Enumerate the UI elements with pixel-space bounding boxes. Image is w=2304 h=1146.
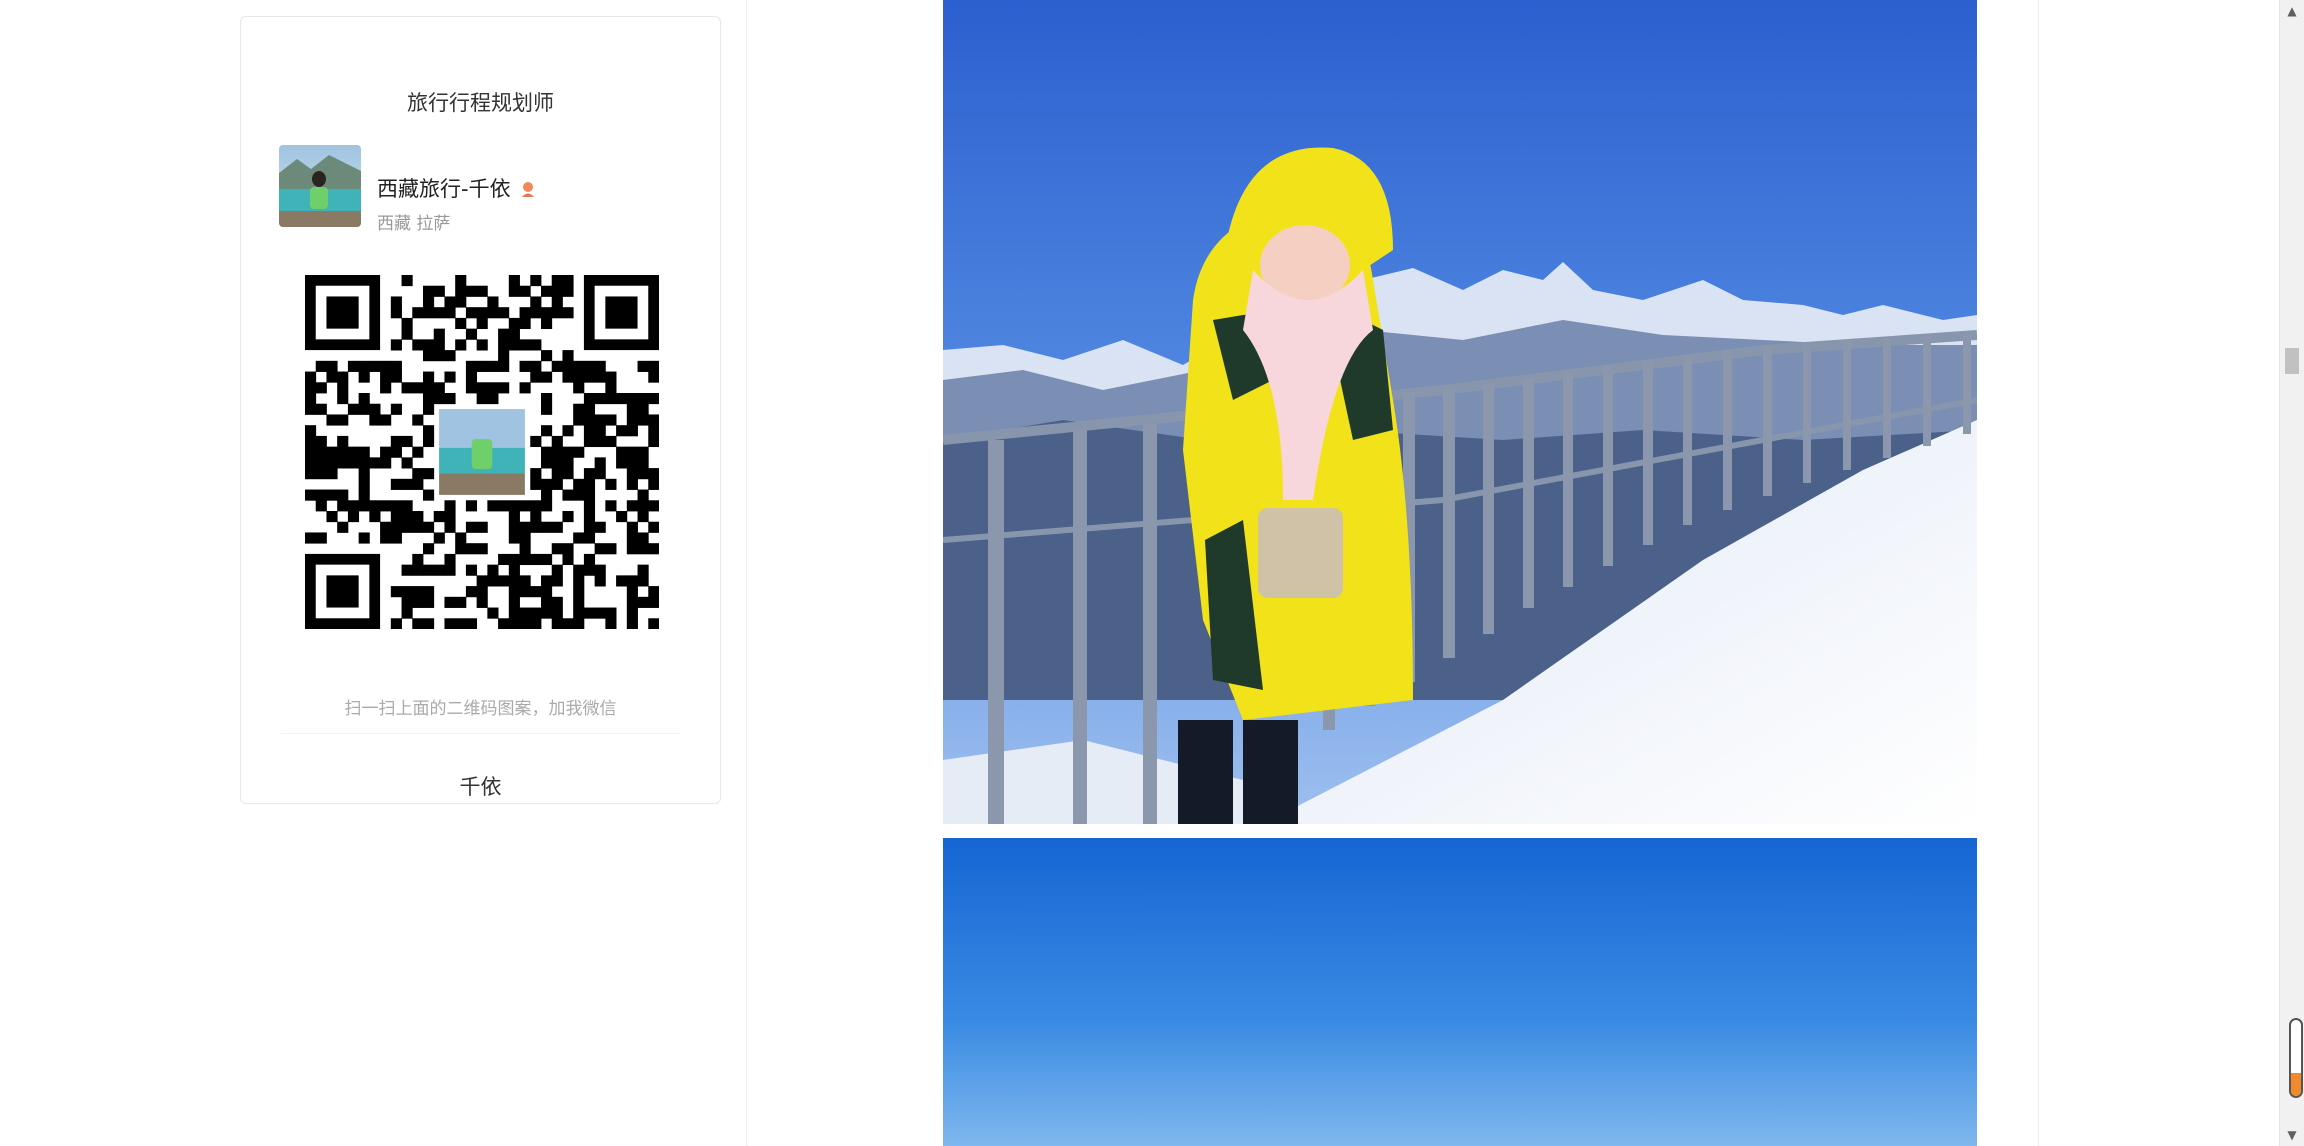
- profile-location: 西藏 拉萨: [377, 214, 451, 234]
- scroll-thumb[interactable]: [2285, 348, 2299, 374]
- qr-hint: 扫一扫上面的二维码图案，加我微信: [344, 699, 617, 719]
- scroll-up-arrow[interactable]: ▲: [2280, 0, 2304, 22]
- page-scrollbar[interactable]: ▲ ▼: [2279, 0, 2304, 1146]
- content-border: [2038, 0, 2039, 1146]
- hint-divider: [281, 733, 680, 734]
- wechat-qr-code: [305, 275, 660, 630]
- location-badge-icon: [519, 179, 537, 197]
- travel-photo-snow-mountain[interactable]: [943, 0, 1977, 824]
- column-divider: [746, 0, 747, 1146]
- travel-photo-blue-sky[interactable]: [943, 838, 1977, 1146]
- avatar[interactable]: [279, 145, 361, 227]
- scroll-progress-fill: [2291, 1073, 2301, 1096]
- planner-card: 旅行行程规划师 西藏旅行-千依 西藏 拉萨 扫一扫上面的二维码图案，加我微信 千…: [240, 16, 721, 804]
- card-title: 旅行行程规划师: [407, 91, 554, 115]
- wechat-name: 千依: [459, 775, 502, 799]
- profile-name-text: 西藏旅行-千依: [377, 177, 511, 201]
- scroll-down-arrow[interactable]: ▼: [2280, 1124, 2304, 1146]
- scroll-progress-indicator[interactable]: [2289, 1018, 2303, 1098]
- profile-name[interactable]: 西藏旅行-千依: [377, 173, 537, 203]
